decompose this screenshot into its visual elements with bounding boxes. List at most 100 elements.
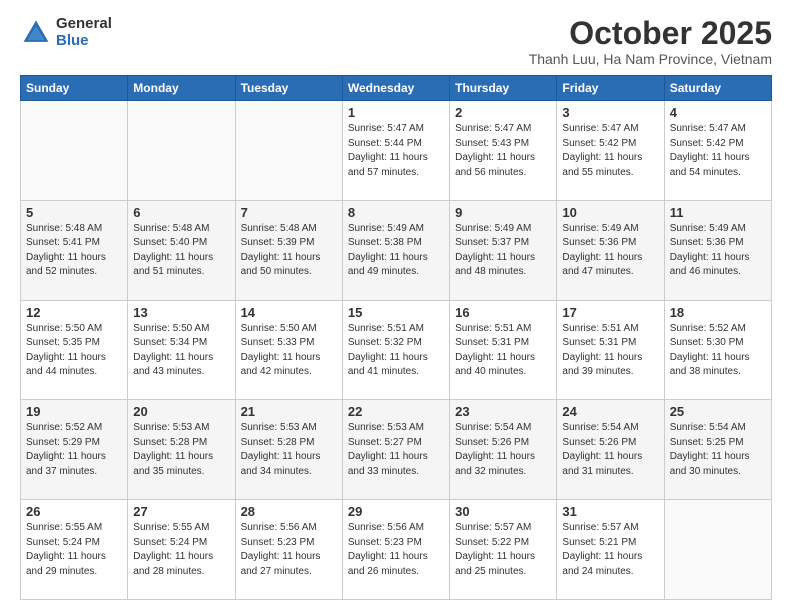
calendar-cell: 30Sunrise: 5:57 AMSunset: 5:22 PMDayligh… [450, 500, 557, 600]
calendar-cell: 4 Sunrise: 5:47 AMSunset: 5:42 PMDaylight… [664, 101, 771, 201]
day-number: 6 [133, 205, 229, 220]
calendar-cell: 18 Sunrise: 5:52 AMSunset: 5:30 PMDayligh… [664, 300, 771, 400]
day-number: 12 [26, 305, 122, 320]
calendar-cell: 2 Sunrise: 5:47 AMSunset: 5:43 PMDaylight… [450, 101, 557, 201]
calendar-cell: 27 Sunrise: 5:55 AMSunset: 5:24 PMDayligh… [128, 500, 235, 600]
day-info: Sunrise: 5:54 AMSunset: 5:26 PMDaylight:… [455, 421, 551, 479]
day-number: 19 [26, 404, 122, 419]
day-info: Sunrise: 5:52 AMSunset: 5:30 PMDaylight:… [670, 322, 766, 380]
day-number: 3 [562, 105, 658, 120]
day-number: 4 [670, 105, 766, 120]
day-number: 26 [26, 504, 122, 519]
day-number: 27 [133, 504, 229, 519]
calendar-header-thursday: Thursday [450, 76, 557, 101]
day-info: Sunrise: 5:54 AMSunset: 5:26 PMDaylight:… [562, 421, 658, 479]
day-info: Sunrise: 5:50 AMSunset: 5:35 PMDaylight:… [26, 322, 122, 380]
calendar-cell: 7Sunrise: 5:48 AMSunset: 5:39 PMDaylight… [235, 200, 342, 300]
calendar-cell: 14 Sunrise: 5:50 AMSunset: 5:33 PMDayligh… [235, 300, 342, 400]
calendar-cell: 15Sunrise: 5:51 AMSunset: 5:32 PMDayligh… [342, 300, 449, 400]
day-info: Sunrise: 5:53 AMSunset: 5:28 PMDaylight:… [241, 421, 337, 479]
day-number: 18 [670, 305, 766, 320]
calendar-cell: 28Sunrise: 5:56 AMSunset: 5:23 PMDayligh… [235, 500, 342, 600]
page: General Blue October 2025 Thanh Luu, Ha … [0, 0, 792, 612]
calendar-cell: 22Sunrise: 5:53 AMSunset: 5:27 PMDayligh… [342, 400, 449, 500]
calendar-cell: 29 Sunrise: 5:56 AMSunset: 5:23 PMDayligh… [342, 500, 449, 600]
calendar-week-row: 19 Sunrise: 5:52 AMSunset: 5:29 PMDayligh… [21, 400, 772, 500]
calendar-cell: 8Sunrise: 5:49 AMSunset: 5:38 PMDaylight… [342, 200, 449, 300]
logo-text: General Blue [56, 16, 112, 49]
day-info: Sunrise: 5:55 AMSunset: 5:24 PMDaylight:… [133, 521, 229, 579]
logo-icon [20, 17, 52, 49]
calendar-cell: 6Sunrise: 5:48 AMSunset: 5:40 PMDaylight… [128, 200, 235, 300]
day-info: Sunrise: 5:47 AMSunset: 5:42 PMDaylight:… [562, 122, 658, 180]
day-info: Sunrise: 5:50 AMSunset: 5:33 PMDaylight:… [241, 322, 337, 380]
day-info: Sunrise: 5:50 AMSunset: 5:34 PMDaylight:… [133, 322, 229, 380]
calendar-cell: 9 Sunrise: 5:49 AMSunset: 5:37 PMDaylight… [450, 200, 557, 300]
day-info: Sunrise: 5:52 AMSunset: 5:29 PMDaylight:… [26, 421, 122, 479]
calendar-header-wednesday: Wednesday [342, 76, 449, 101]
day-number: 16 [455, 305, 551, 320]
calendar-cell [664, 500, 771, 600]
day-info: Sunrise: 5:47 AMSunset: 5:43 PMDaylight:… [455, 122, 551, 180]
calendar-cell: 13Sunrise: 5:50 AMSunset: 5:34 PMDayligh… [128, 300, 235, 400]
day-number: 22 [348, 404, 444, 419]
day-number: 31 [562, 504, 658, 519]
day-number: 2 [455, 105, 551, 120]
day-info: Sunrise: 5:47 AMSunset: 5:44 PMDaylight:… [348, 122, 444, 180]
calendar-cell [235, 101, 342, 201]
day-number: 21 [241, 404, 337, 419]
day-number: 9 [455, 205, 551, 220]
day-info: Sunrise: 5:53 AMSunset: 5:28 PMDaylight:… [133, 421, 229, 479]
day-number: 5 [26, 205, 122, 220]
header-right: October 2025 Thanh Luu, Ha Nam Province,… [529, 16, 772, 67]
calendar-cell: 11 Sunrise: 5:49 AMSunset: 5:36 PMDayligh… [664, 200, 771, 300]
calendar-cell [21, 101, 128, 201]
day-number: 29 [348, 504, 444, 519]
day-info: Sunrise: 5:51 AMSunset: 5:31 PMDaylight:… [562, 322, 658, 380]
calendar-cell: 17 Sunrise: 5:51 AMSunset: 5:31 PMDayligh… [557, 300, 664, 400]
day-info: Sunrise: 5:48 AMSunset: 5:41 PMDaylight:… [26, 222, 122, 280]
calendar-header-friday: Friday [557, 76, 664, 101]
day-number: 10 [562, 205, 658, 220]
day-number: 11 [670, 205, 766, 220]
calendar-cell: 26 Sunrise: 5:55 AMSunset: 5:24 PMDayligh… [21, 500, 128, 600]
logo-blue: Blue [56, 33, 112, 50]
calendar-cell: 31 Sunrise: 5:57 AMSunset: 5:21 PMDayligh… [557, 500, 664, 600]
calendar-header-row: SundayMondayTuesdayWednesdayThursdayFrid… [21, 76, 772, 101]
day-number: 30 [455, 504, 551, 519]
day-info: Sunrise: 5:51 AMSunset: 5:32 PMDaylight:… [348, 322, 444, 380]
calendar-header-monday: Monday [128, 76, 235, 101]
day-info: Sunrise: 5:49 AMSunset: 5:38 PMDaylight:… [348, 222, 444, 280]
calendar-cell: 23Sunrise: 5:54 AMSunset: 5:26 PMDayligh… [450, 400, 557, 500]
day-number: 20 [133, 404, 229, 419]
calendar-cell [128, 101, 235, 201]
day-info: Sunrise: 5:49 AMSunset: 5:36 PMDaylight:… [562, 222, 658, 280]
day-info: Sunrise: 5:49 AMSunset: 5:36 PMDaylight:… [670, 222, 766, 280]
calendar-week-row: 12 Sunrise: 5:50 AMSunset: 5:35 PMDayligh… [21, 300, 772, 400]
day-number: 17 [562, 305, 658, 320]
day-number: 14 [241, 305, 337, 320]
calendar-header-sunday: Sunday [21, 76, 128, 101]
calendar-cell: 21 Sunrise: 5:53 AMSunset: 5:28 PMDayligh… [235, 400, 342, 500]
day-info: Sunrise: 5:48 AMSunset: 5:39 PMDaylight:… [241, 222, 337, 280]
day-info: Sunrise: 5:49 AMSunset: 5:37 PMDaylight:… [455, 222, 551, 280]
day-info: Sunrise: 5:51 AMSunset: 5:31 PMDaylight:… [455, 322, 551, 380]
calendar-cell: 19 Sunrise: 5:52 AMSunset: 5:29 PMDayligh… [21, 400, 128, 500]
calendar-week-row: 1 Sunrise: 5:47 AMSunset: 5:44 PMDaylight… [21, 101, 772, 201]
day-info: Sunrise: 5:47 AMSunset: 5:42 PMDaylight:… [670, 122, 766, 180]
calendar-cell: 24Sunrise: 5:54 AMSunset: 5:26 PMDayligh… [557, 400, 664, 500]
header: General Blue October 2025 Thanh Luu, Ha … [20, 16, 772, 67]
day-number: 25 [670, 404, 766, 419]
calendar-cell: 5 Sunrise: 5:48 AMSunset: 5:41 PMDaylight… [21, 200, 128, 300]
day-info: Sunrise: 5:54 AMSunset: 5:25 PMDaylight:… [670, 421, 766, 479]
day-info: Sunrise: 5:56 AMSunset: 5:23 PMDaylight:… [348, 521, 444, 579]
day-number: 1 [348, 105, 444, 120]
calendar-cell: 20 Sunrise: 5:53 AMSunset: 5:28 PMDayligh… [128, 400, 235, 500]
location: Thanh Luu, Ha Nam Province, Vietnam [529, 51, 772, 67]
day-info: Sunrise: 5:57 AMSunset: 5:21 PMDaylight:… [562, 521, 658, 579]
day-info: Sunrise: 5:55 AMSunset: 5:24 PMDaylight:… [26, 521, 122, 579]
calendar-week-row: 5 Sunrise: 5:48 AMSunset: 5:41 PMDaylight… [21, 200, 772, 300]
month-title: October 2025 [529, 16, 772, 51]
logo-general: General [56, 16, 112, 33]
calendar-cell: 10 Sunrise: 5:49 AMSunset: 5:36 PMDayligh… [557, 200, 664, 300]
